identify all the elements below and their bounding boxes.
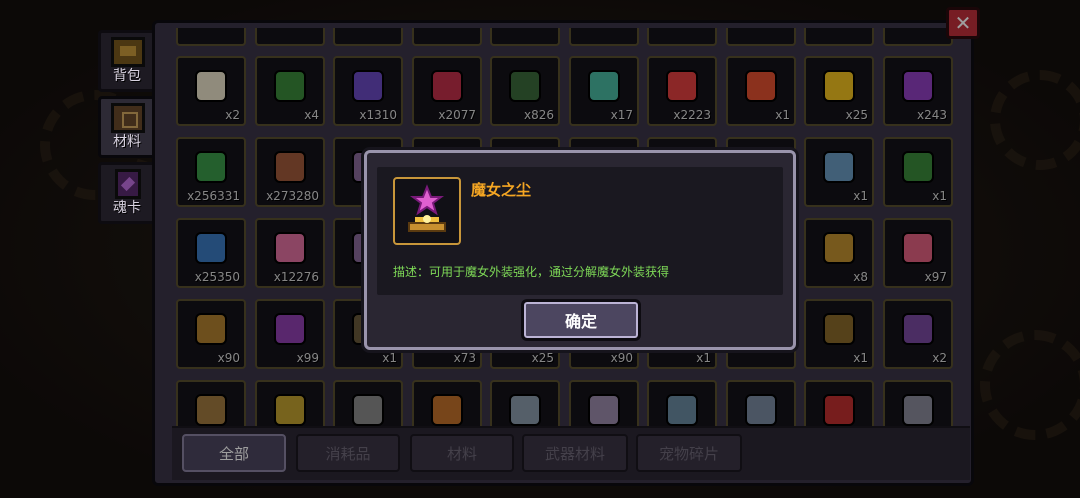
item-description: 描述：可用于魔女外装强化，通过分解魔女外装获得 <box>393 265 670 279</box>
item-detail-dialog: 魔女之尘 描述：可用于魔女外装强化，通过分解魔女外装获得 确定 <box>364 150 796 350</box>
side-tab-label: 魂卡 <box>113 200 141 216</box>
witch-dust-icon <box>408 184 446 232</box>
side-tab-label: 材料 <box>113 134 141 150</box>
dialog-content: 魔女之尘 描述：可用于魔女外装强化，通过分解魔女外装获得 <box>377 167 783 295</box>
confirm-button[interactable]: 确定 <box>521 299 641 341</box>
side-tab-label: 背包 <box>113 68 141 84</box>
item-name: 魔女之尘 <box>471 181 532 199</box>
item-icon-frame <box>393 177 461 245</box>
